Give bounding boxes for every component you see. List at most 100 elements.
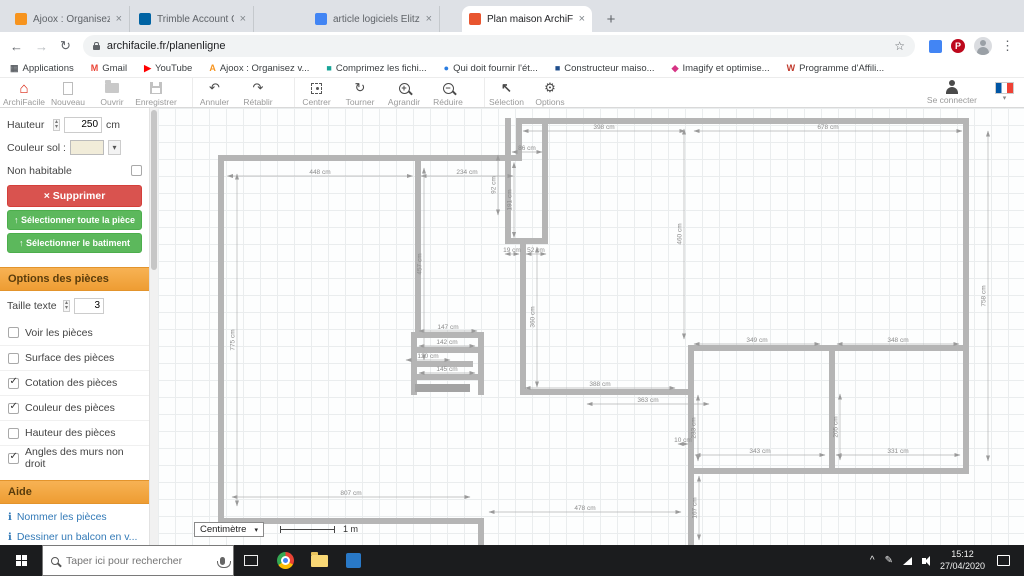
tab-close-icon[interactable]: × — [579, 13, 585, 25]
bookmark-item[interactable]: ▶ YouTube — [144, 63, 192, 74]
app-taskbar-button[interactable] — [336, 545, 370, 576]
dimension-label: 398 cm — [593, 124, 614, 131]
hauteur-stepper[interactable]: ▴ ▾ — [53, 118, 61, 131]
reload-icon[interactable]: ↻ — [60, 38, 71, 54]
taille-texte-stepper[interactable]: ▴ ▾ — [63, 299, 71, 312]
scrollbar-thumb[interactable] — [151, 110, 157, 270]
toolbar-button-undo[interactable]: ↶ Annuler — [192, 78, 236, 107]
profile-avatar[interactable] — [974, 37, 992, 55]
toolbar-button-save[interactable]: Enregistrer — [134, 78, 178, 107]
aide-section-header[interactable]: Aide — [0, 480, 149, 504]
taskbar-clock[interactable]: 15:12 27/04/2020 — [940, 549, 985, 572]
non-habitable-checkbox[interactable] — [131, 165, 142, 176]
option-checkbox[interactable] — [8, 427, 19, 439]
toolbar-label: ArchiFacile — [2, 97, 46, 107]
option-checkbox[interactable] — [8, 401, 19, 414]
bookmark-star-icon[interactable]: ☆ — [894, 39, 905, 53]
forward-icon[interactable]: → — [35, 39, 48, 54]
floor-color-dropdown[interactable]: ▾ — [107, 140, 121, 155]
dimension-label: 19 cm — [503, 247, 521, 254]
unit-selector[interactable]: Centimètre ▾ — [194, 522, 264, 537]
option-checkbox[interactable] — [8, 352, 19, 364]
dimension-label: 758 cm — [981, 285, 988, 306]
options-checkbox-list: Voir les pièces Surface des pièces Cotatio… — [0, 320, 149, 470]
toolbar-button-zoom-out[interactable]: − Réduire — [426, 78, 470, 107]
browser-tab-1[interactable]: Trimble Account Creation Notifi × — [132, 6, 254, 32]
bookmark-favicon: ▦ — [10, 63, 19, 73]
chevron-up-icon[interactable]: ^ — [870, 555, 875, 566]
select-building-button[interactable]: ↑ Sélectionner le batiment — [7, 233, 142, 253]
taille-texte-input[interactable] — [74, 297, 105, 314]
dimension-label: 10 cm — [674, 437, 692, 444]
toolbar-button-gear[interactable]: ⚙ Options — [528, 78, 572, 107]
toolbar-button-zoom-in[interactable]: + Agrandir — [382, 78, 426, 107]
option-checkbox[interactable] — [8, 327, 19, 338]
tab-close-icon[interactable]: × — [426, 13, 432, 25]
floor-color-swatch[interactable] — [69, 140, 104, 155]
bookmark-item[interactable]: ▦ Applications — [10, 63, 74, 74]
address-bar[interactable]: archifacile.fr/planenligne ☆ — [82, 35, 915, 57]
dimension-label: 388 cm — [589, 381, 610, 388]
volume-icon[interactable] — [921, 555, 930, 566]
toolbar-button-center[interactable]: Centrer — [294, 78, 338, 107]
login-button[interactable]: Se connecter — [927, 78, 977, 105]
sidebar-scrollbar[interactable] — [149, 108, 158, 545]
task-view-button[interactable] — [234, 545, 268, 576]
dimension-label: 775 cm — [230, 329, 237, 350]
microphone-icon[interactable] — [216, 556, 231, 568]
select-room-button[interactable]: ↑ Sélectionner toute la pièce — [7, 210, 142, 230]
help-link[interactable]: ℹ Dessiner un balcon en v... — [0, 527, 149, 545]
tab-close-icon[interactable]: × — [116, 13, 122, 25]
scale-indicator: 1 m — [280, 524, 358, 534]
undo-icon: ↶ — [209, 80, 220, 95]
start-button[interactable] — [0, 545, 42, 576]
toolbar-button-home[interactable]: ⌂ ArchiFacile — [2, 78, 46, 108]
taskbar-search[interactable] — [42, 545, 234, 576]
hauteur-input[interactable] — [64, 116, 103, 133]
help-link[interactable]: ℹ Nommer les pièces — [0, 507, 149, 527]
search-input[interactable] — [66, 554, 196, 567]
network-icon[interactable] — [902, 556, 912, 565]
option-checkbox[interactable] — [8, 376, 19, 389]
gear-icon-wrap: ⚙ — [544, 80, 556, 95]
dimension-label: 678 cm — [817, 124, 838, 131]
pen-icon[interactable]: ✎ — [885, 555, 893, 566]
bookmark-item[interactable]: ◆ Imagify et optimise... — [672, 63, 770, 74]
language-selector[interactable]: ▾ — [995, 78, 1014, 102]
center-icon — [311, 82, 322, 94]
dimension: 348 cm — [836, 337, 960, 346]
bookmark-item[interactable]: M Gmail — [91, 63, 127, 74]
bookmark-item[interactable]: ■ Constructeur maiso... — [555, 63, 655, 74]
bookmark-item[interactable]: W Programme d'Affili... — [787, 63, 885, 74]
toolbar-button-rotate[interactable]: ↻ Tourner — [338, 78, 382, 107]
toolbar-label: Agrandir — [387, 97, 421, 107]
browser-tab-0[interactable]: Ajoox : Organisez vos favoris et × — [8, 6, 130, 32]
bookmark-item[interactable]: A Ajoox : Organisez v... — [209, 63, 309, 74]
notification-center-icon[interactable] — [997, 555, 1010, 566]
back-icon[interactable]: ← — [10, 39, 23, 54]
chrome-taskbar-button[interactable] — [268, 545, 302, 576]
bookmark-label: Imagify et optimise... — [682, 63, 770, 74]
explorer-taskbar-button[interactable] — [302, 545, 336, 576]
dimension: 145 cm — [418, 366, 476, 375]
bookmark-label: Gmail — [102, 63, 128, 74]
toolbar-button-file[interactable]: Nouveau — [46, 78, 90, 107]
zoom-in-icon-wrap: + — [398, 81, 410, 95]
bookmark-item[interactable]: ● Qui doit fournir l'ét... — [444, 63, 538, 74]
floorplan-canvas[interactable]: 448 cm 234 cm 398 cm 678 cm 86 cm 147 cm 142 c… — [158, 108, 1024, 545]
new-tab-button[interactable]: + — [601, 9, 621, 29]
extension-icon-blue[interactable] — [929, 39, 942, 53]
option-checkbox[interactable] — [8, 451, 19, 464]
wall-block[interactable] — [415, 384, 470, 392]
browser-tab-2[interactable]: article logiciels Elitz - Google Do × — [308, 6, 440, 32]
browser-tab-3[interactable]: Plan maison ArchiFacile V32.8 ve × — [462, 6, 592, 32]
pinterest-extension-icon[interactable]: P — [951, 39, 965, 53]
delete-button[interactable]: × Supprimer — [7, 185, 142, 207]
toolbar-button-folder[interactable]: Ouvrir — [90, 78, 134, 107]
toolbar-button-select[interactable]: ↖ Sélection — [484, 78, 528, 107]
browser-menu-icon[interactable]: ⋮ — [1001, 38, 1014, 54]
tab-close-icon[interactable]: × — [240, 13, 246, 25]
options-section-header[interactable]: Options des pièces — [0, 267, 149, 291]
toolbar-button-redo[interactable]: ↷ Rétablir — [236, 78, 280, 107]
bookmark-item[interactable]: ■ Comprimez les fichi... — [326, 63, 426, 74]
